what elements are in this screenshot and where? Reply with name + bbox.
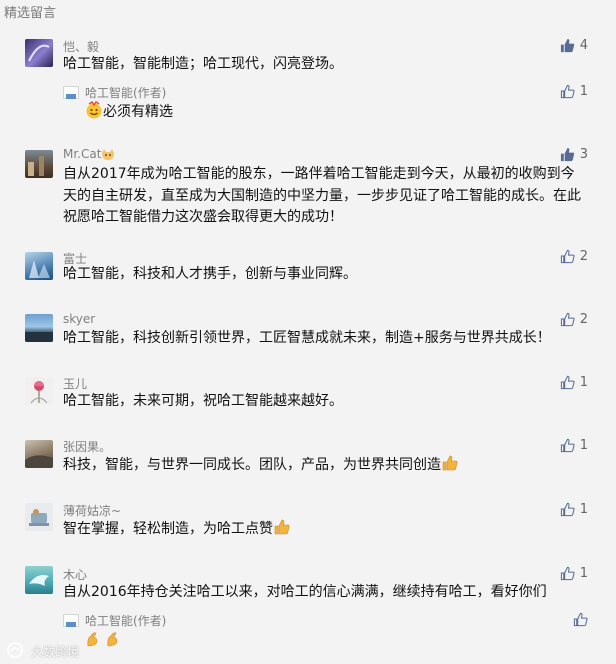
comment-content: 自从2017年成为哈工智能的股东，一路伴着哈工智能走到今天，从最初的收购到今天的…: [63, 166, 581, 225]
reply-like-count: 1: [579, 83, 588, 99]
like-count: 1: [579, 437, 588, 453]
avatar[interactable]: [25, 566, 53, 594]
thumbs-up-outline-icon: [560, 438, 575, 453]
comment-text: 科技，智能，与世界一同成长。团队，产品，为世界共同创造: [63, 457, 441, 473]
thumbs-up-icon: [560, 38, 575, 53]
like-button[interactable]: 1: [560, 374, 588, 390]
thumbs-up-outline-icon: [573, 612, 588, 627]
watermark-logo-icon: [6, 641, 28, 662]
nickname: 玉儿: [63, 377, 88, 391]
comment-content: 哈工智能，科技和人才携手，创新与事业同辉。: [63, 266, 357, 282]
avatar[interactable]: [25, 440, 53, 468]
reply-like-button[interactable]: 1: [560, 83, 588, 99]
like-button[interactable]: 1: [560, 565, 588, 581]
avatar[interactable]: [25, 39, 53, 67]
comment-text: 智在掌握，轻松制造，为哈工点赞: [63, 521, 273, 537]
comment-content: 科技，智能，与世界一同成长。团队，产品，为世界共同创造: [63, 454, 583, 480]
nickname: skyer: [63, 312, 96, 326]
nickname: 恺、毅: [63, 40, 100, 54]
watermark: 大数跨境: [6, 641, 79, 662]
like-count: 1: [579, 374, 588, 390]
author-name: 哈工智能(作者): [85, 86, 167, 100]
nickname-text: Mr.Cat: [63, 147, 102, 161]
like-count: 1: [579, 565, 588, 581]
like-button[interactable]: 3: [560, 146, 588, 162]
thumbs-up-outline-icon: [560, 375, 575, 390]
thumbs-up-outline-icon: [560, 312, 575, 327]
like-button[interactable]: 1: [560, 501, 588, 517]
like-count: 2: [579, 311, 588, 327]
like-button[interactable]: 2: [560, 248, 588, 264]
thumbs-up-outline-icon: [560, 84, 575, 99]
like-button[interactable]: 2: [560, 311, 588, 327]
like-button[interactable]: 1: [560, 437, 588, 453]
avatar[interactable]: [25, 503, 53, 531]
author-reply: 必须有精选: [85, 100, 173, 123]
author-reply: [85, 630, 125, 652]
author-name: 哈工智能(作者): [85, 614, 167, 628]
comment-content: 哈工智能，科技创新引领世界，工匠智慧成就未来，制造+服务与世界共成长！: [63, 330, 551, 346]
avatar[interactable]: [25, 252, 53, 280]
nickname: 木心: [63, 568, 88, 582]
nickname: Mr.Cat: [63, 147, 115, 164]
nickname: 张因果。: [63, 440, 112, 454]
thumbs-up-emoji-icon: [273, 518, 291, 544]
thumbs-up-emoji-icon: [441, 454, 459, 480]
thumbs-up-icon: [560, 147, 575, 162]
section-title: 精选留言: [4, 6, 57, 21]
author-reply-text: 必须有精选: [103, 104, 173, 120]
nickname: 薄荷姑凉~: [63, 504, 122, 518]
like-count: 4: [579, 37, 588, 53]
smile-emoji-icon: [85, 100, 103, 123]
like-count: 3: [579, 146, 588, 162]
like-count: 2: [579, 248, 588, 264]
thumbs-up-outline-icon: [560, 249, 575, 264]
watermark-text: 大数跨境: [31, 645, 80, 659]
reply-like-button[interactable]: [573, 611, 588, 627]
comment-content: 哈工智能，未来可期，祝哈工智能越来越好。: [63, 393, 343, 409]
comment-content: 哈工智能，智能制造；哈工现代，闪亮登场。: [63, 56, 343, 72]
comment-content: 智在掌握，轻松制造，为哈工点赞: [63, 518, 583, 544]
thumbs-up-outline-icon: [560, 566, 575, 581]
avatar[interactable]: [25, 314, 53, 342]
flex-arm-emoji-icon: [85, 630, 105, 652]
avatar[interactable]: [25, 150, 53, 178]
author-avatar: [63, 86, 79, 99]
flex-arm-emoji-icon: [105, 630, 125, 652]
avatar[interactable]: [25, 377, 53, 405]
author-avatar: [63, 614, 79, 627]
like-button[interactable]: 4: [560, 37, 588, 53]
thumbs-up-outline-icon: [560, 502, 575, 517]
comment-content: 自从2016年持仓关注哈工以来，对哈工的信心满满，继续持有哈工，看好你们: [63, 584, 547, 600]
cat-emoji-icon: [101, 149, 115, 164]
like-count: 1: [579, 501, 588, 517]
